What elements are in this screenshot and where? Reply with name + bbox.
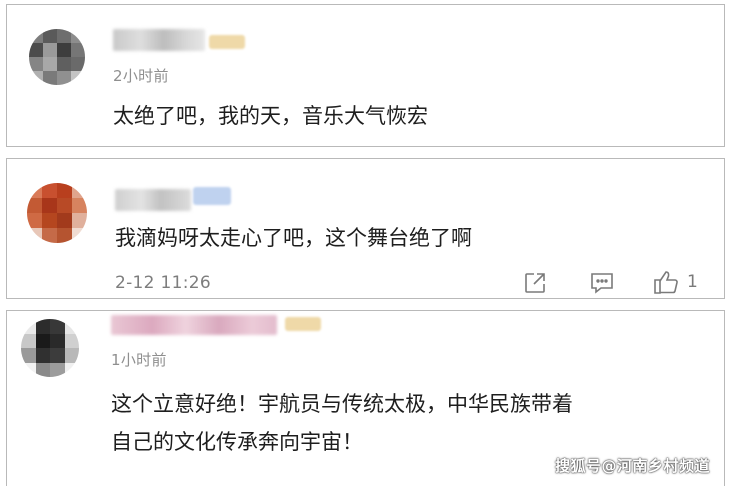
avatar-pixel [21,319,36,334]
avatar-pixel [71,71,85,85]
comment-time: 2-12 11:26 [115,273,211,293]
avatar-pixel [29,71,43,85]
avatar[interactable] [29,29,85,85]
avatar-pixel [35,348,50,363]
avatar-pixel [21,348,36,363]
avatar-pixel [57,29,71,43]
avatar-pixel [42,198,57,213]
avatar-pixel [43,29,57,43]
user-badge [209,35,245,49]
avatar-pixel [72,198,87,213]
avatar-pixel [42,228,57,243]
comment-icon [589,271,615,295]
comment-card: 1小时前 这个立意好绝！宇航员与传统太极，中华民族带着 自己的文化传承奔向宇宙！… [6,310,725,486]
avatar-pixel [29,43,43,57]
avatar-pixel [50,362,65,377]
avatar-pixel [57,213,72,228]
avatar-pixel [27,198,42,213]
avatar-pixel [57,43,71,57]
comment-time: 1小时前 [111,351,167,369]
reply-button[interactable] [589,271,615,295]
avatar-pixel [57,228,72,243]
avatar-pixel [71,29,85,43]
user-badge [285,317,321,331]
avatar-pixel [64,362,79,377]
like-count: 1 [687,272,698,292]
avatar-pixel [57,57,71,71]
avatar-pixel [71,43,85,57]
share-icon [523,271,547,295]
avatar-pixel [50,319,65,334]
avatar-pixel [29,29,43,43]
avatar-pixel [64,348,79,363]
comment-text: 太绝了吧，我的天，音乐大气恢宏 [113,104,428,128]
avatar-pixel [27,228,42,243]
share-button[interactable] [523,271,547,295]
username[interactable] [115,189,191,211]
avatar-pixel [50,348,65,363]
avatar-pixel [64,333,79,348]
comment-text-line-2: 自己的文化传承奔向宇宙！ [111,430,363,454]
avatar-pixel [64,319,79,334]
avatar-pixel [72,213,87,228]
avatar-pixel [21,362,36,377]
like-icon [653,269,681,295]
avatar-pixel [27,183,42,198]
avatar-pixel [57,198,72,213]
avatar-pixel [35,333,50,348]
username[interactable] [113,29,205,51]
username[interactable] [111,315,277,335]
watermark: 搜狐号@河南乡村频道 [554,457,710,475]
avatar-pixel [43,43,57,57]
comment-card: 2小时前 太绝了吧，我的天，音乐大气恢宏 [6,4,725,147]
avatar-pixel [29,57,43,71]
avatar-pixel [43,71,57,85]
avatar[interactable] [27,183,87,243]
user-badge [193,187,231,205]
avatar-pixel [71,57,85,71]
avatar-pixel [21,333,36,348]
avatar-pixel [50,333,65,348]
comment-time: 2小时前 [113,67,169,85]
comment-card: 我滴妈呀太走心了吧，这个舞台绝了啊 2-12 11:26 1 [6,158,725,299]
avatar-pixel [35,319,50,334]
avatar-pixel [42,183,57,198]
comment-text: 我滴妈呀太走心了吧，这个舞台绝了啊 [115,226,472,250]
avatar-pixel [72,183,87,198]
avatar[interactable] [21,319,79,377]
like-button[interactable]: 1 [653,269,698,295]
avatar-pixel [57,183,72,198]
avatar-pixel [42,213,57,228]
comment-text-line-1: 这个立意好绝！宇航员与传统太极，中华民族带着 [111,392,573,416]
avatar-pixel [57,71,71,85]
avatar-pixel [35,362,50,377]
avatar-pixel [72,228,87,243]
avatar-pixel [27,213,42,228]
avatar-pixel [43,57,57,71]
